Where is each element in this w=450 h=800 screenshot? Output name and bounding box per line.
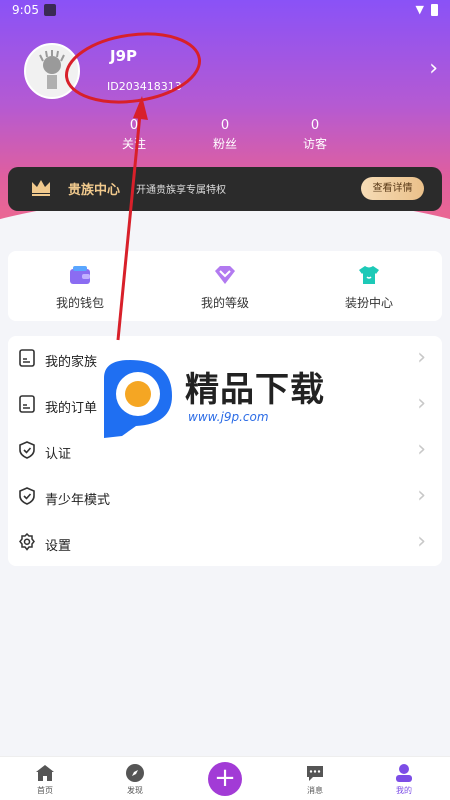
user-id: ID203418313 bbox=[107, 80, 182, 93]
tab-label: 发现 bbox=[127, 786, 143, 795]
watermark-text: 精品下载 bbox=[185, 370, 325, 410]
quick-item-dress-up[interactable]: 装扮中心 bbox=[314, 263, 424, 311]
noble-title: 贵族中心 bbox=[68, 183, 121, 198]
compass-icon bbox=[126, 764, 144, 782]
tab-label: 消息 bbox=[307, 786, 323, 795]
watermark-logo-icon bbox=[104, 360, 172, 438]
stat-label: 访客 bbox=[302, 137, 327, 151]
quick-actions: 我的钱包 我的等级 装扮中心 bbox=[8, 251, 442, 321]
noble-subtitle: 开通贵族享专属特权 bbox=[136, 185, 226, 196]
watermark: 精品下载 www.j9p.com bbox=[100, 358, 360, 440]
home-icon bbox=[36, 765, 54, 781]
document-icon bbox=[19, 395, 35, 413]
shield-icon bbox=[19, 441, 35, 459]
watermark-url: www.j9p.com bbox=[188, 410, 269, 424]
chevron-right-icon: › bbox=[417, 529, 426, 554]
quick-item-label: 装扮中心 bbox=[344, 296, 393, 310]
quick-item-level[interactable]: 我的等级 bbox=[170, 263, 280, 311]
profile-icon bbox=[396, 764, 412, 782]
tab-label: 我的 bbox=[396, 786, 412, 795]
tab-messages[interactable]: 消息 bbox=[285, 763, 345, 796]
chevron-right-icon: › bbox=[417, 437, 426, 462]
stat-value: 0 bbox=[129, 118, 139, 133]
menu-item-settings[interactable]: 设置 › bbox=[8, 520, 442, 566]
plus-button[interactable]: + bbox=[208, 762, 242, 796]
crown-icon bbox=[32, 180, 50, 196]
status-bar: 9:05 ▼ bbox=[0, 0, 450, 22]
message-icon bbox=[307, 766, 323, 781]
status-time: 9:05 bbox=[12, 3, 39, 17]
tab-home[interactable]: 首页 bbox=[15, 763, 75, 796]
stat-label: 关注 bbox=[121, 137, 146, 151]
menu-item-label: 设置 bbox=[45, 539, 72, 554]
stat-value: 0 bbox=[220, 118, 230, 133]
stat-visitors[interactable]: 0 访客 bbox=[285, 118, 345, 152]
chevron-right-icon[interactable]: › bbox=[429, 56, 438, 81]
dress-up-icon bbox=[359, 266, 379, 284]
noble-banner[interactable]: 贵族中心 开通贵族享专属特权 查看详情 bbox=[8, 167, 442, 211]
quick-item-wallet[interactable]: 我的钱包 bbox=[25, 263, 135, 311]
stat-following[interactable]: 0 关注 bbox=[104, 118, 164, 152]
gear-icon bbox=[19, 533, 35, 551]
document-icon bbox=[19, 349, 35, 367]
wifi-icon: ▼ bbox=[415, 3, 424, 16]
level-icon bbox=[215, 266, 235, 284]
avatar-icon bbox=[39, 50, 65, 89]
tab-discover[interactable]: 发现 bbox=[105, 763, 165, 796]
chevron-right-icon: › bbox=[417, 483, 426, 508]
wallet-icon bbox=[70, 266, 90, 284]
menu-item-label: 青少年模式 bbox=[45, 493, 111, 508]
stat-fans[interactable]: 0 粉丝 bbox=[195, 118, 255, 152]
view-details-button[interactable]: 查看详情 bbox=[361, 177, 424, 200]
notification-icon bbox=[44, 4, 56, 16]
stat-value: 0 bbox=[310, 118, 320, 133]
battery-icon bbox=[431, 4, 438, 16]
menu-item-label: 我的订单 bbox=[45, 401, 98, 416]
stat-label: 粉丝 bbox=[212, 137, 237, 151]
tab-profile[interactable]: 我的 bbox=[374, 763, 434, 796]
menu-item-label: 认证 bbox=[45, 447, 72, 462]
quick-item-label: 我的等级 bbox=[200, 296, 249, 310]
chevron-right-icon: › bbox=[417, 391, 426, 416]
plus-icon: + bbox=[214, 763, 236, 793]
chevron-right-icon: › bbox=[417, 345, 426, 370]
quick-item-label: 我的钱包 bbox=[55, 296, 104, 310]
menu-item-teen-mode[interactable]: 青少年模式 › bbox=[8, 474, 442, 520]
menu-item-label: 我的家族 bbox=[45, 355, 98, 370]
avatar[interactable] bbox=[24, 43, 80, 99]
tab-label: 首页 bbox=[37, 786, 53, 795]
user-name: J9P bbox=[110, 47, 138, 65]
shield-icon bbox=[19, 487, 35, 505]
